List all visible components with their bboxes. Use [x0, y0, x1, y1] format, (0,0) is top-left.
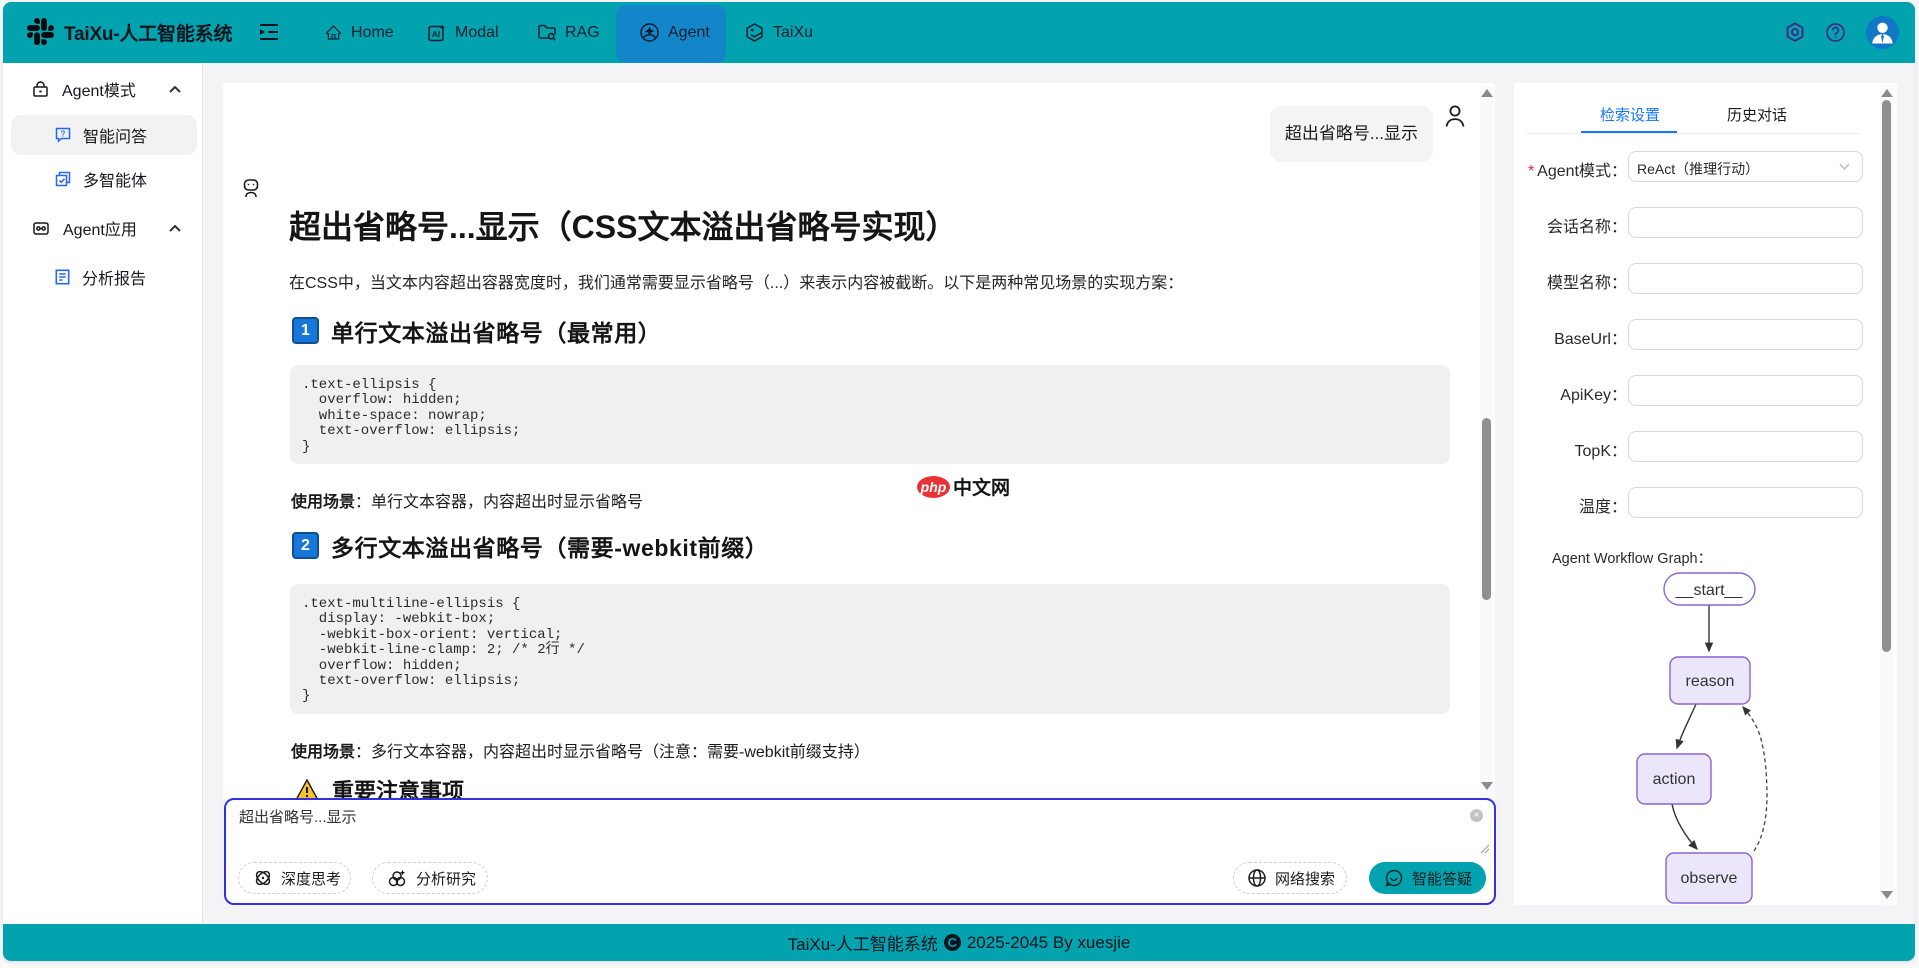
svg-text:reason: reason — [1686, 673, 1735, 690]
svg-text:action: action — [1653, 771, 1696, 788]
svg-text:__start__: __start__ — [1675, 582, 1744, 599]
svg-text:observe: observe — [1681, 870, 1738, 887]
svg-text:AI: AI — [432, 30, 440, 39]
svg-text:?: ? — [61, 130, 66, 139]
